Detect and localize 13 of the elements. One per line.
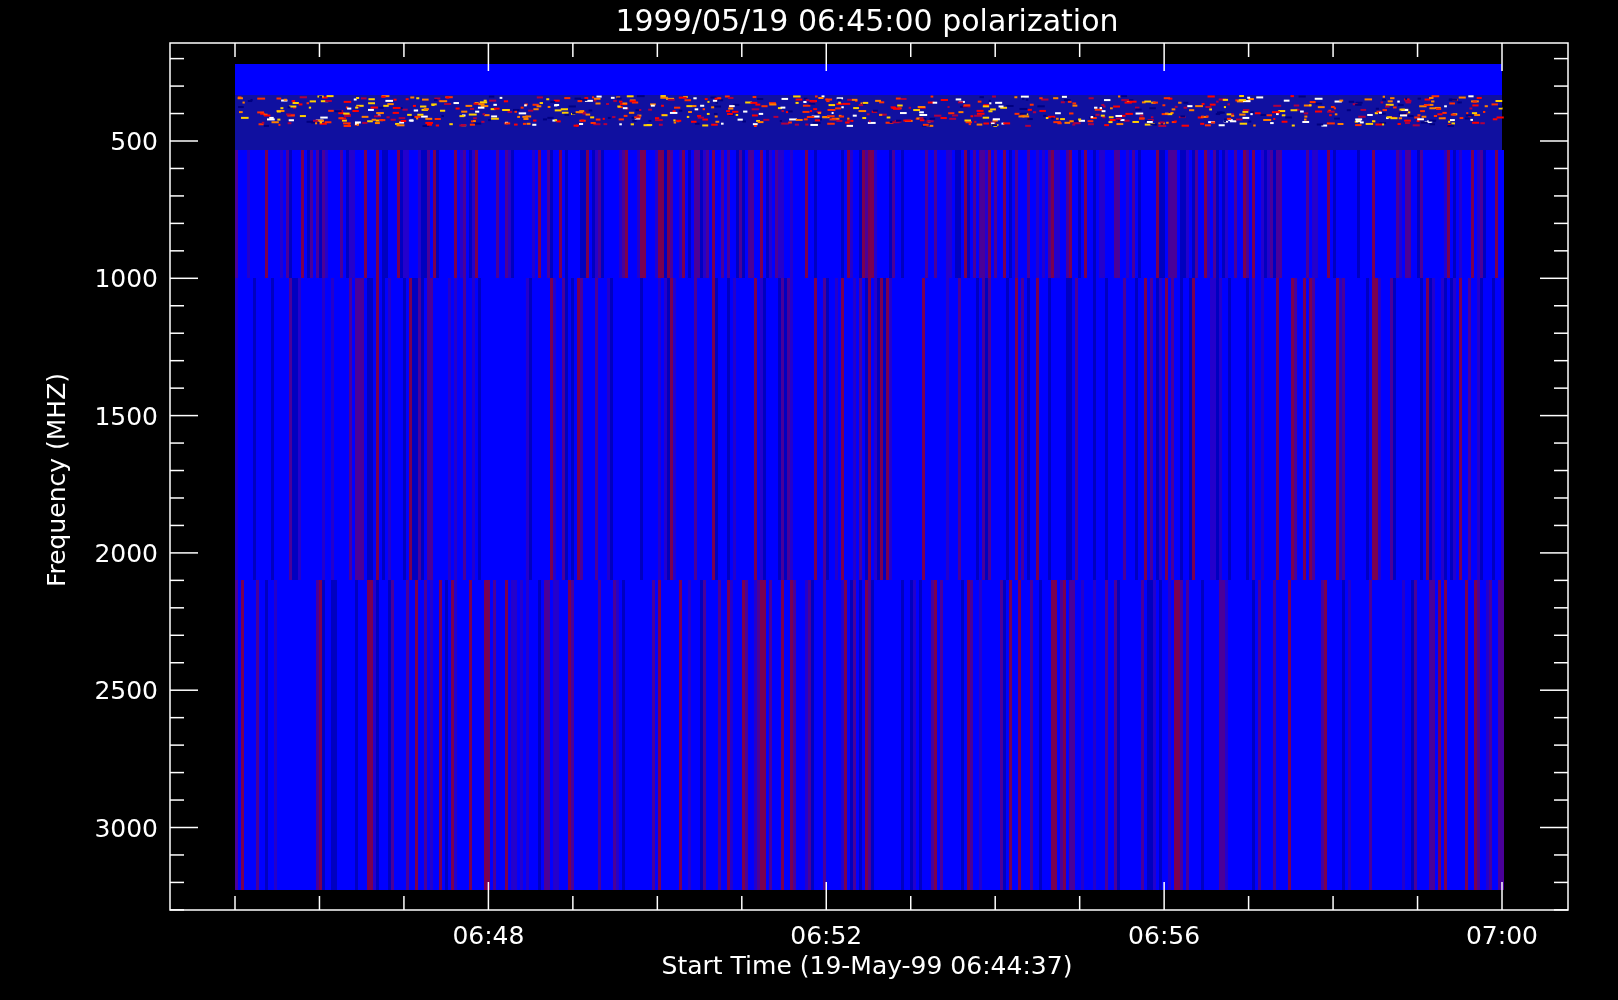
tick-label: 07:00 (1466, 921, 1538, 950)
plot-title: 1999/05/19 06:45:00 polarization (615, 3, 1119, 38)
tick-label: 2500 (94, 676, 158, 706)
tick-label: 06:52 (790, 921, 863, 950)
y-axis-label: Frequency (MHZ) (42, 372, 71, 588)
tick-label: 2000 (94, 538, 158, 568)
tick-label: 1000 (94, 264, 158, 294)
x-axis-label: Start Time (19-May-99 06:44:37) (661, 951, 1073, 980)
tick-label: 06:48 (452, 921, 525, 950)
tick-label: 3000 (94, 813, 158, 843)
tick-label: 500 (110, 127, 158, 156)
tick-label: 1500 (94, 401, 158, 431)
tick-label: 06:56 (1128, 921, 1201, 950)
